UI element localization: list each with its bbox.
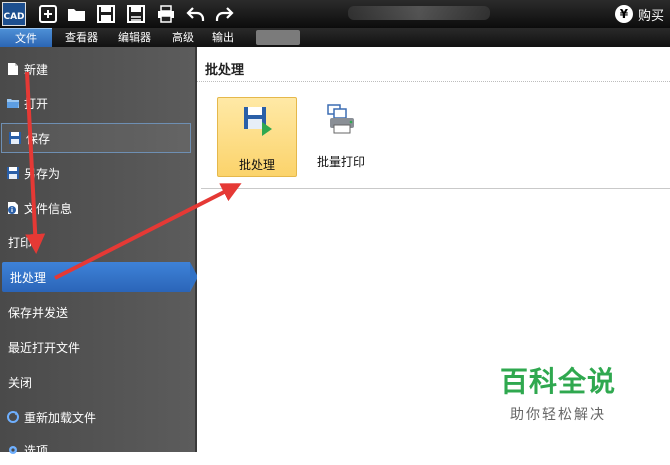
sidebar-item-new[interactable]: 新建 bbox=[0, 54, 193, 84]
title-toolbar: CAD ¥ 购买 bbox=[0, 0, 670, 28]
sidebar-item-reload[interactable]: 重新加载文件 bbox=[0, 402, 193, 432]
menu-file[interactable]: 文件 bbox=[0, 28, 52, 48]
buy-label: 购买 bbox=[637, 8, 664, 24]
sidebar-item-label: 打印 bbox=[8, 235, 33, 250]
menu-viewer[interactable]: 查看器 bbox=[65, 28, 98, 47]
batch-print-icon bbox=[324, 103, 358, 137]
open-folder-icon bbox=[6, 96, 20, 110]
sidebar-item-print[interactable]: 打印 bbox=[0, 227, 193, 257]
sidebar-item-label: 关闭 bbox=[8, 375, 33, 390]
sidebar-item-label: 另存为 bbox=[24, 166, 61, 181]
redo-icon[interactable] bbox=[214, 4, 234, 24]
options-icon bbox=[6, 443, 20, 457]
menu-editor[interactable]: 编辑器 bbox=[118, 28, 151, 47]
buy-button[interactable]: ¥ 购买 bbox=[614, 4, 664, 24]
print-icon[interactable] bbox=[156, 4, 176, 24]
sidebar-item-save-send[interactable]: 保存并发送 bbox=[0, 297, 193, 327]
sidebar-item-label: 文件信息 bbox=[24, 201, 73, 216]
yen-icon: ¥ bbox=[614, 5, 633, 23]
sidebar-item-close[interactable]: 关闭 bbox=[0, 367, 193, 397]
menu-output[interactable]: 输出 bbox=[212, 28, 234, 47]
info-icon bbox=[6, 201, 20, 215]
sidebar-item-label: 最近打开文件 bbox=[8, 340, 81, 355]
sidebar-item-label: 打开 bbox=[24, 96, 49, 111]
sidebar-item-save-as[interactable]: 另存为 bbox=[0, 158, 193, 188]
sidebar-item-options[interactable]: 选项 bbox=[0, 435, 193, 465]
title-divider bbox=[197, 81, 670, 82]
page-title: 批处理 bbox=[205, 63, 245, 78]
app-logo[interactable]: CAD bbox=[2, 2, 26, 26]
watermark-subtitle: 助你轻松解决 bbox=[510, 407, 606, 423]
sidebar-item-file-info[interactable]: 文件信息 bbox=[0, 193, 193, 223]
floppy-icon bbox=[8, 131, 22, 145]
group-divider bbox=[201, 188, 670, 189]
save-as-icon[interactable] bbox=[126, 4, 146, 24]
tile-label: 批量打印 bbox=[316, 155, 365, 169]
sidebar-item-label: 重新加载文件 bbox=[24, 410, 97, 425]
batch-print-tile[interactable]: 批量打印 bbox=[301, 97, 381, 177]
sidebar-item-recent[interactable]: 最近打开文件 bbox=[0, 332, 193, 362]
sidebar-item-label: 选项 bbox=[24, 443, 49, 458]
sidebar-item-save[interactable]: 保存 bbox=[1, 123, 191, 153]
save-as-icon bbox=[6, 166, 20, 180]
reload-icon bbox=[6, 410, 20, 424]
menu-bar: 文件 查看器 编辑器 高级 输出 bbox=[0, 28, 670, 48]
blurred-menu-item bbox=[256, 30, 300, 45]
tile-label: 批处理 bbox=[238, 158, 275, 172]
menu-advanced[interactable]: 高级 bbox=[172, 28, 194, 47]
sidebar-item-open[interactable]: 打开 bbox=[0, 88, 193, 118]
batch-tile[interactable]: 批处理 bbox=[217, 97, 297, 177]
open-icon[interactable] bbox=[67, 4, 87, 24]
sidebar-item-label: 保存 bbox=[26, 131, 51, 146]
blurred-window-title bbox=[348, 6, 490, 20]
sidebar-item-label: 保存并发送 bbox=[8, 305, 69, 320]
watermark-title: 百科全说 bbox=[500, 365, 617, 398]
new-doc-icon bbox=[6, 62, 20, 76]
save-icon[interactable] bbox=[96, 4, 116, 24]
sidebar-item-batch[interactable]: 批处理 bbox=[2, 262, 198, 292]
sidebar-item-label: 新建 bbox=[24, 62, 49, 77]
watermark: 百科全说 助你轻松解决 bbox=[500, 360, 616, 424]
undo-icon[interactable] bbox=[186, 4, 206, 24]
batch-save-icon bbox=[240, 104, 274, 138]
sidebar-item-label: 批处理 bbox=[10, 270, 47, 285]
new-icon[interactable] bbox=[38, 4, 58, 24]
file-sidebar: 新建 打开 保存 另存为 文件信息 打印 批处理 保存并发送 最近打开文件 关闭… bbox=[0, 47, 198, 458]
